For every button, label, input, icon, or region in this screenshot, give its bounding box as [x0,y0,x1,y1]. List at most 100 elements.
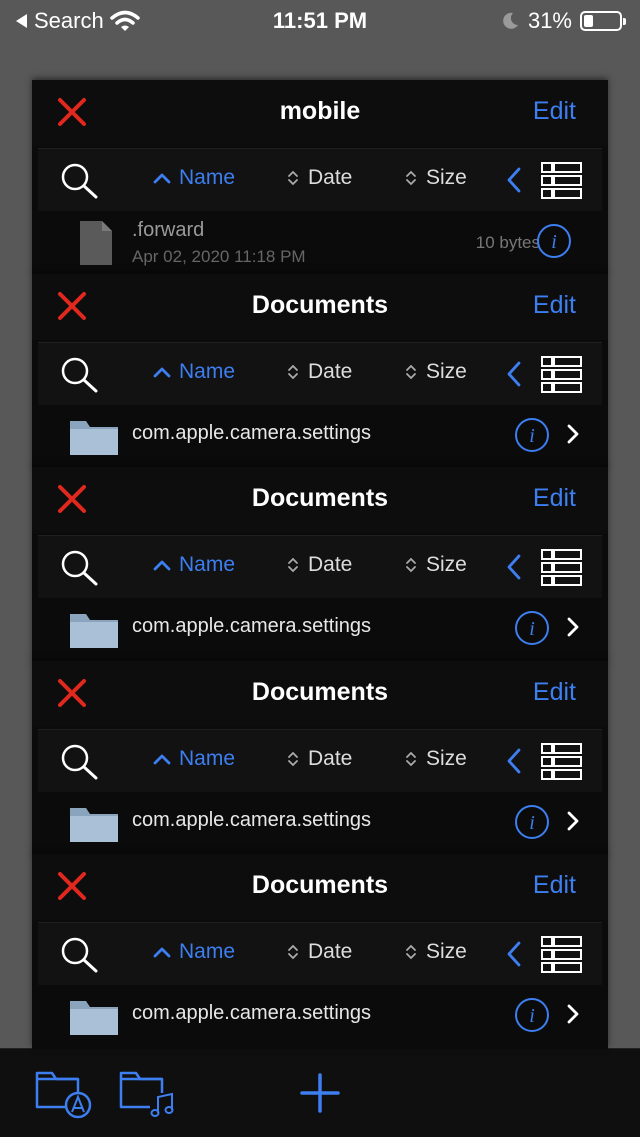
sort-by-name-button[interactable]: Name [153,553,235,577]
chevron-right-icon[interactable] [566,423,580,445]
window-card[interactable]: Documents Edit Name Date Size com.apple.… [32,467,608,662]
edit-button[interactable]: Edit [533,484,576,513]
sort-by-date-button[interactable]: Date [286,747,352,771]
search-icon[interactable] [58,548,102,588]
close-icon[interactable] [54,288,90,324]
sort-date-label: Date [308,747,353,770]
chevron-left-icon[interactable] [504,552,524,582]
search-icon[interactable] [58,935,102,975]
sort-updown-icon [288,751,298,767]
sort-by-size-button[interactable]: Size [404,553,467,577]
moon-icon [503,12,518,29]
sort-by-name-button[interactable]: Name [153,940,235,964]
battery-icon [580,11,626,31]
list-view-icon[interactable] [540,934,584,974]
chevron-right-icon[interactable] [566,616,580,638]
list-view-icon[interactable] [540,547,584,587]
info-icon[interactable]: i [536,223,572,259]
chevron-right-icon[interactable] [566,1003,580,1025]
close-icon[interactable] [54,868,90,904]
music-folder-icon[interactable] [118,1063,178,1124]
status-right: 31% [500,8,626,34]
card-header: Documents Edit [32,661,608,727]
info-icon[interactable]: i [514,610,550,646]
card-header: Documents Edit [32,274,608,340]
sort-date-label: Date [308,553,353,576]
sort-updown-icon [406,751,416,767]
card-header: Documents Edit [32,854,608,920]
search-icon[interactable] [58,355,102,395]
close-icon[interactable] [54,675,90,711]
sort-date-label: Date [308,166,353,189]
info-icon[interactable]: i [514,417,550,453]
search-icon[interactable] [58,742,102,782]
chevron-left-icon[interactable] [504,165,524,195]
sort-name-label: Name [179,940,236,963]
close-icon[interactable] [54,94,90,130]
sort-updown-icon [288,170,298,186]
info-icon[interactable]: i [514,804,550,840]
sort-by-size-button[interactable]: Size [404,360,467,384]
sort-size-label: Size [426,553,467,576]
list-item[interactable]: .forward Apr 02, 2020 11:18 PM 10 bytes i [38,211,602,273]
sort-by-date-button[interactable]: Date [286,553,352,577]
sort-by-date-button[interactable]: Date [286,360,352,384]
sort-by-name-button[interactable]: Name [153,747,235,771]
chevron-right-icon[interactable] [566,810,580,832]
list-item[interactable]: com.apple.camera.settings i [38,792,602,854]
file-name: .forward [132,219,205,241]
chevron-left-icon[interactable] [504,359,524,389]
add-icon[interactable] [300,1073,340,1118]
sort-date-label: Date [308,360,353,383]
sort-name-label: Name [179,553,236,576]
sort-bar: Name Date Size [38,535,602,599]
window-card[interactable]: Documents Edit Name Date Size com.apple.… [32,274,608,469]
sort-by-size-button[interactable]: Size [404,940,467,964]
card-header: mobile Edit [32,80,608,146]
bottom-toolbar [0,1048,640,1137]
chevron-up-icon [153,560,171,571]
card-title: Documents [251,291,389,319]
file-icon [66,221,122,265]
edit-button[interactable]: Edit [533,97,576,126]
card-title: mobile [279,97,361,125]
sort-by-size-button[interactable]: Size [404,166,467,190]
list-view-icon[interactable] [540,160,584,200]
folder-name: com.apple.camera.settings [132,422,372,444]
sort-size-label: Size [426,940,467,963]
list-item[interactable]: com.apple.camera.settings i [38,405,602,467]
sort-updown-icon [288,557,298,573]
sort-size-label: Size [426,360,467,383]
edit-button[interactable]: Edit [533,871,576,900]
sort-by-name-button[interactable]: Name [153,360,235,384]
sort-name-label: Name [179,166,236,189]
sort-by-date-button[interactable]: Date [286,166,352,190]
apps-folder-icon[interactable] [34,1063,94,1124]
sort-name-label: Name [179,747,236,770]
sort-date-label: Date [308,940,353,963]
window-card[interactable]: Documents Edit Name Date Size com.apple.… [32,661,608,856]
list-item[interactable]: com.apple.camera.settings i [38,598,602,660]
sort-by-date-button[interactable]: Date [286,940,352,964]
sort-by-size-button[interactable]: Size [404,747,467,771]
sort-updown-icon [406,944,416,960]
window-card[interactable]: mobile Edit Name Date Size .forward Apr … [32,80,608,275]
list-view-icon[interactable] [540,741,584,781]
edit-button[interactable]: Edit [533,291,576,320]
svg-text:i: i [529,1005,535,1027]
close-icon[interactable] [54,481,90,517]
svg-text:i: i [551,231,557,253]
sort-size-label: Size [426,166,467,189]
search-icon[interactable] [58,161,102,201]
sort-by-name-button[interactable]: Name [153,166,235,190]
card-title: Documents [251,484,389,512]
list-item[interactable]: com.apple.camera.settings i [38,985,602,1047]
chevron-left-icon[interactable] [504,939,524,969]
folder-icon [66,608,122,652]
edit-button[interactable]: Edit [533,678,576,707]
chevron-left-icon[interactable] [504,746,524,776]
window-card[interactable]: Documents Edit Name Date Size com.apple.… [32,854,608,1049]
info-icon[interactable]: i [514,997,550,1033]
battery-percent: 31% [527,8,572,33]
list-view-icon[interactable] [540,354,584,394]
